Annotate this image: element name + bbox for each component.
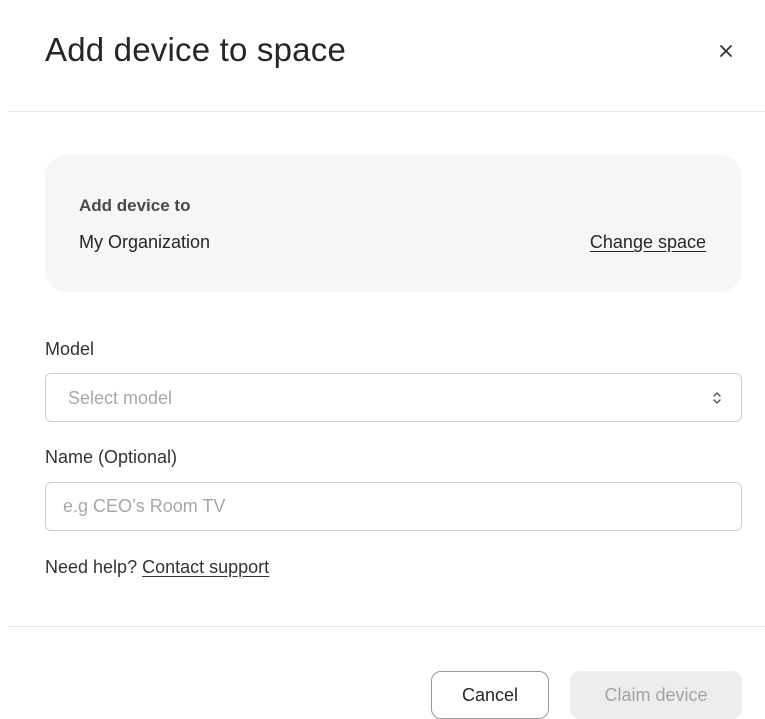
help-row: Need help? Contact support [45,557,269,578]
model-label: Model [45,339,95,359]
claim-device-button[interactable]: Claim device [570,671,742,719]
add-device-dialog: Add device to space Add device to My Org… [0,0,765,719]
space-card: Add device to My Organization Change spa… [45,155,742,292]
space-card-value: My Organization [79,232,211,252]
chevron-up-down-icon [713,392,721,404]
footer-divider [8,626,765,627]
space-card-label: Add device to [79,196,191,215]
change-space-link[interactable]: Change space [590,232,706,253]
close-icon [720,45,732,57]
help-text: Need help? [45,557,138,577]
name-label: Name (Optional) [45,447,178,467]
model-select-placeholder: Select model [68,388,173,408]
contact-support-link[interactable]: Contact support [142,557,269,577]
close-button[interactable] [711,36,741,66]
header-divider [8,111,765,112]
name-input[interactable] [45,482,742,531]
model-select[interactable]: Select model [45,373,742,422]
dialog-title: Add device to space [45,31,346,68]
cancel-button[interactable]: Cancel [431,671,549,719]
